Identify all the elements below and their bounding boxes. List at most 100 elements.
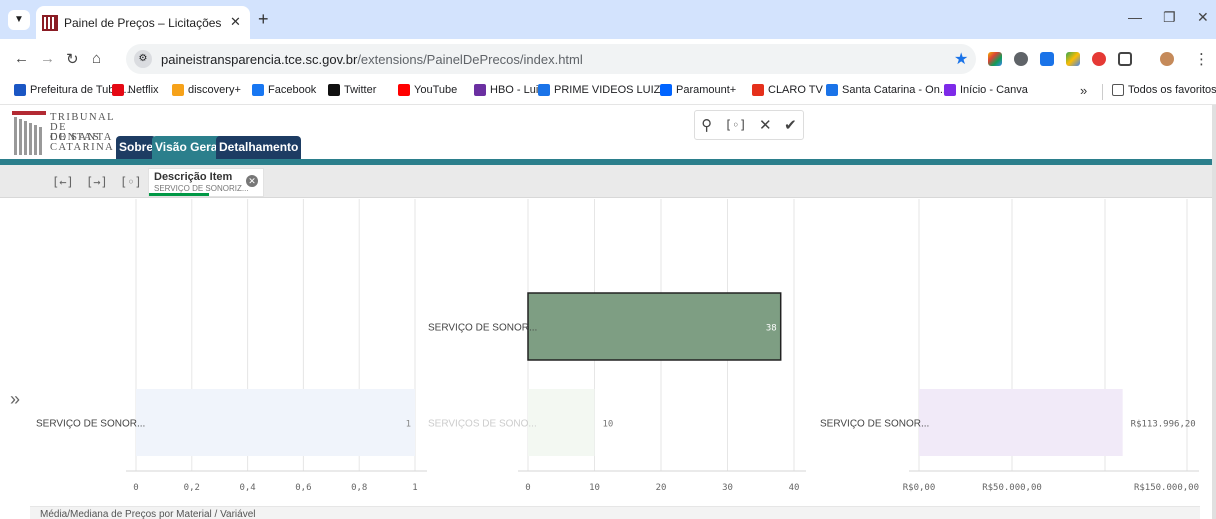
window-close-icon[interactable]: ✕: [1197, 9, 1209, 26]
back-icon[interactable]: ←: [14, 50, 29, 67]
bookmark-label: PRIME VIDEOS LUIZ: [554, 84, 661, 96]
bookmarks-overflow-icon[interactable]: »: [1080, 83, 1087, 98]
x-tick-label: 0,8: [351, 483, 367, 493]
remove-selection-icon[interactable]: ✕: [246, 175, 258, 187]
forward-icon[interactable]: →: [40, 50, 55, 67]
reload-icon[interactable]: ↻: [66, 50, 79, 68]
data-label: 38: [766, 324, 777, 334]
x-tick-label: 10: [589, 483, 600, 493]
lasso-icon[interactable]: ⚲: [701, 116, 712, 134]
selection-field-name: Descrição Item: [154, 171, 233, 183]
page-scrollbar[interactable]: [1212, 105, 1216, 519]
logo-line: CATARINA: [50, 142, 115, 153]
bookmarks-divider: [1102, 84, 1103, 100]
bookmark-favicon-icon: [752, 84, 764, 96]
url-host: paineistransparencia.tce.sc.gov.br: [161, 52, 358, 67]
extension-2-icon[interactable]: [1014, 52, 1028, 66]
x-tick-label: 40: [789, 483, 800, 493]
category-label[interactable]: SERVIÇOS DE SONO...: [428, 419, 537, 430]
tce-favicon-icon: [42, 15, 58, 31]
bookmark-item[interactable]: PRIME VIDEOS LUIZ: [538, 84, 660, 96]
selection-state-bar: [149, 193, 209, 196]
bookmark-label: Twitter: [344, 84, 377, 96]
browser-toolbar: ← → ↻ ⌂ ⚙ paineistransparencia.tce.sc.go…: [0, 39, 1216, 79]
all-bookmarks-label: Todos os favoritos: [1128, 84, 1216, 96]
maximize-icon[interactable]: ❐: [1163, 9, 1176, 26]
bookmark-label: Início - Canva: [960, 84, 1028, 96]
new-tab-icon[interactable]: +: [258, 9, 269, 30]
bookmark-favicon-icon: [328, 84, 340, 96]
bookmark-favicon-icon: [398, 84, 410, 96]
bookmark-label: discovery+: [188, 84, 241, 96]
bar[interactable]: [919, 389, 1123, 456]
bookmark-item[interactable]: HBO - Luiz: [474, 84, 544, 96]
x-tick-label: 0,2: [184, 483, 200, 493]
browser-tab[interactable]: Painel de Preços – Licitações ✕: [36, 6, 250, 39]
bar[interactable]: [136, 389, 415, 456]
category-label[interactable]: SERVIÇO DE SONOR...: [428, 323, 537, 334]
x-tick-label: 0,4: [239, 483, 255, 493]
x-tick-label: R$150.000,00: [1134, 483, 1199, 493]
clear-all-icon[interactable]: [◦]: [120, 175, 142, 189]
bookmark-item[interactable]: Santa Catarina - On...: [826, 84, 949, 96]
x-tick-label: 0,6: [295, 483, 311, 493]
bookmark-favicon-icon: [660, 84, 672, 96]
x-tick-label: 1: [412, 483, 417, 493]
site-info-icon[interactable]: ⚙: [134, 50, 152, 68]
tab-visao-geral[interactable]: Visão Geral: [152, 136, 224, 159]
bar[interactable]: [528, 389, 595, 456]
bottom-panel-title: Média/Mediana de Preços por Material / V…: [40, 509, 256, 519]
data-label: 1: [406, 420, 411, 430]
bar[interactable]: [527, 292, 782, 361]
tab-sobre[interactable]: Sobre: [116, 136, 157, 159]
step-back-icon[interactable]: [←]: [52, 175, 74, 189]
tab-close-icon[interactable]: ✕: [230, 14, 241, 30]
folder-icon: [1112, 84, 1124, 96]
cancel-selection-icon[interactable]: ✕: [759, 116, 772, 134]
bookmark-favicon-icon: [826, 84, 838, 96]
bookmark-item[interactable]: discovery+: [172, 84, 241, 96]
address-bar[interactable]: ⚙ paineistransparencia.tce.sc.gov.br/ext…: [126, 44, 976, 74]
home-icon[interactable]: ⌂: [92, 50, 101, 67]
bookmark-label: HBO - Luiz: [490, 84, 544, 96]
bookmark-favicon-icon: [14, 84, 26, 96]
url-text: paineistransparencia.tce.sc.gov.br/exten…: [161, 52, 583, 67]
bookmark-label: Paramount+: [676, 84, 737, 96]
tab-detalhamento[interactable]: Detalhamento: [216, 136, 302, 159]
extension-5-icon[interactable]: [1092, 52, 1106, 66]
bookmark-item[interactable]: Twitter: [328, 84, 376, 96]
profile-avatar-icon[interactable]: [1160, 52, 1174, 66]
selection-chip[interactable]: Descrição Item SERVIÇO DE SONORIZ... ✕: [148, 168, 264, 197]
bookmark-favicon-icon: [252, 84, 264, 96]
bookmark-label: Netflix: [128, 84, 159, 96]
bookmark-item[interactable]: Facebook: [252, 84, 316, 96]
step-forward-icon[interactable]: [→]: [86, 175, 108, 189]
extension-4-icon[interactable]: [1066, 52, 1080, 66]
bookmark-star-icon[interactable]: ★: [954, 49, 968, 69]
tab-title: Painel de Preços – Licitações: [64, 16, 222, 30]
bookmark-item[interactable]: Paramount+: [660, 84, 736, 96]
extensions-puzzle-icon[interactable]: [1118, 52, 1132, 66]
all-bookmarks-folder[interactable]: Todos os favoritos: [1112, 84, 1216, 96]
extension-3-icon[interactable]: [1040, 52, 1054, 66]
bookmark-favicon-icon: [538, 84, 550, 96]
expand-panel-icon[interactable]: »: [10, 389, 20, 410]
select-region-icon[interactable]: [◦]: [725, 118, 747, 132]
category-label[interactable]: SERVIÇO DE SONOR...: [36, 419, 145, 430]
x-tick-label: 30: [722, 483, 733, 493]
x-tick-label: 0: [133, 483, 138, 493]
confirm-selection-icon[interactable]: ✔: [784, 116, 797, 134]
minimize-icon[interactable]: —: [1128, 9, 1142, 25]
tce-logo: TRIBUNAL DE CONTAS DE SANTA CATARINA: [12, 111, 114, 155]
bookmark-item[interactable]: Início - Canva: [944, 84, 1028, 96]
category-label[interactable]: SERVIÇO DE SONOR...: [820, 419, 929, 430]
bookmark-item[interactable]: YouTube: [398, 84, 457, 96]
bookmark-item[interactable]: Netflix: [112, 84, 159, 96]
bookmark-item[interactable]: CLARO TV: [752, 84, 823, 96]
menu-kebab-icon[interactable]: ⋮: [1194, 50, 1209, 68]
x-tick-label: R$0,00: [903, 483, 936, 493]
extension-1-icon[interactable]: [988, 52, 1002, 66]
tab-search-icon[interactable]: ▼: [8, 10, 30, 30]
x-tick-label: 20: [656, 483, 667, 493]
bookmark-favicon-icon: [112, 84, 124, 96]
